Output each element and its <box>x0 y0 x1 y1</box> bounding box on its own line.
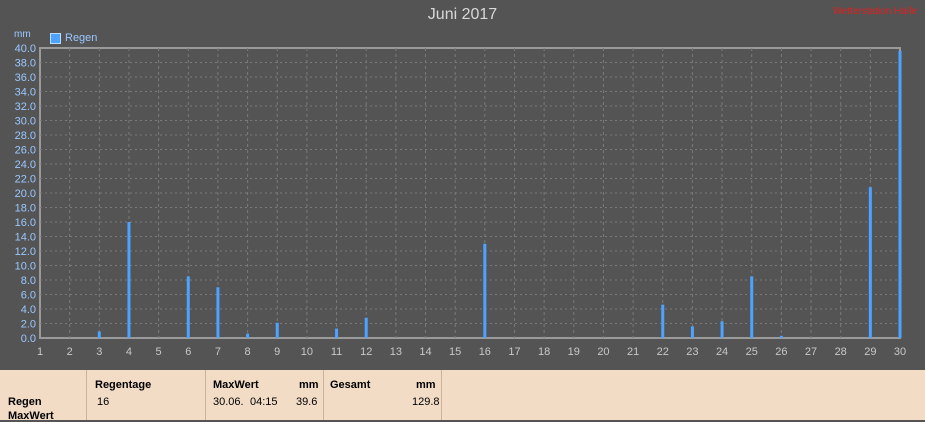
gesamt-header: Gesamt <box>330 379 371 391</box>
y-tick-label: 8.0 <box>21 275 36 287</box>
y-tick-label: 6.0 <box>21 290 36 302</box>
y-tick-label: 24.0 <box>15 159 36 171</box>
x-tick-label: 27 <box>805 346 817 358</box>
rain-bar <box>868 187 872 338</box>
y-tick-label: 2.0 <box>21 319 36 331</box>
rain-bar <box>690 326 694 338</box>
x-tick-label: 17 <box>508 346 520 358</box>
x-tick-label: 2 <box>67 346 73 358</box>
maxwert-value: 39.6 <box>296 396 318 408</box>
rain-bar <box>898 50 902 339</box>
stats-panel: Regen MaxWert Regentage 16 MaxWert mm 30… <box>0 370 925 422</box>
x-tick-label: 5 <box>156 346 162 358</box>
rain-bar <box>661 304 665 338</box>
maxwert-header: MaxWert <box>213 379 259 391</box>
x-tick-label: 18 <box>538 346 550 358</box>
legend: Regen <box>50 32 97 44</box>
x-tick-label: 3 <box>96 346 102 358</box>
y-tick-label: 20.0 <box>15 188 36 200</box>
stats-regentage: Regentage 16 <box>87 370 206 420</box>
y-tick-label: 4.0 <box>21 304 36 316</box>
station-watermark: Wetterstation Halle <box>832 6 917 17</box>
x-tick-label: 15 <box>449 346 461 358</box>
y-tick-label: 32.0 <box>15 101 36 113</box>
legend-swatch-icon <box>50 32 61 44</box>
rain-chart: 0.0 2.0 4.0 6.0 8.0 10.0 12.0 14.0 16.0 18.0 20.0 2… <box>15 43 907 358</box>
rain-bar <box>127 222 131 338</box>
chart-title: Juni 2017 <box>427 6 498 23</box>
rain-bar <box>720 321 724 338</box>
x-tick-label: 21 <box>627 346 639 358</box>
rain-bar <box>97 331 101 338</box>
row-label-regen: Regen <box>8 396 42 408</box>
stats-row-labels: Regen MaxWert <box>0 370 87 422</box>
y-tick-label: 10.0 <box>15 261 36 273</box>
x-tick-label: 14 <box>419 346 431 358</box>
rain-bar <box>779 335 783 338</box>
x-tick-label: 11 <box>331 346 342 358</box>
y-tick-label: 22.0 <box>15 174 36 186</box>
rain-bar <box>335 328 339 338</box>
x-tick-label: 10 <box>301 346 313 358</box>
y-tick-label: 12.0 <box>15 246 36 258</box>
x-tick-label: 12 <box>360 346 372 358</box>
x-tick-label: 26 <box>775 346 787 358</box>
y-tick-label: 38.0 <box>15 58 36 70</box>
rain-bar <box>216 287 220 338</box>
x-tick-label: 7 <box>215 346 221 358</box>
x-tick-label: 23 <box>686 346 698 358</box>
regentage-header: Regentage <box>95 379 152 391</box>
x-tick-label: 30 <box>894 346 906 358</box>
y-tick-label: 34.0 <box>15 87 36 99</box>
y-tick-label: 28.0 <box>15 130 36 142</box>
x-tick-label: 22 <box>657 346 669 358</box>
x-tick-label: 13 <box>390 346 402 358</box>
rain-bar <box>275 322 279 338</box>
x-tick-label: 20 <box>597 346 609 358</box>
x-tick-label: 24 <box>716 346 728 358</box>
y-tick-label: 40.0 <box>15 43 36 55</box>
y-tick-label: 0.0 <box>21 333 36 345</box>
x-tick-label: 19 <box>568 346 580 358</box>
row-label-maxwert: MaxWert <box>8 410 54 422</box>
chart-area: 0.0 2.0 4.0 6.0 8.0 10.0 12.0 14.0 16.0 18.0 20.0 2… <box>0 0 925 370</box>
y-tick-label: 36.0 <box>15 72 36 84</box>
x-tick-label: 16 <box>479 346 491 358</box>
stats-gesamt: Gesamt mm 129.8 <box>324 370 442 420</box>
x-tick-label: 8 <box>245 346 251 358</box>
rain-bar <box>483 243 487 338</box>
maxwert-time: 04:15 <box>250 396 278 408</box>
y-tick-label: 18.0 <box>15 203 36 215</box>
x-tick-label: 4 <box>126 346 132 358</box>
rain-bar <box>186 276 190 338</box>
stats-maxwert: MaxWert mm 30.06. 04:15 39.6 <box>206 370 324 420</box>
y-tick-label: 14.0 <box>15 232 36 244</box>
x-tick-label: 1 <box>37 346 43 358</box>
rain-bar <box>750 276 754 338</box>
gesamt-value: 129.8 <box>412 396 440 408</box>
maxwert-date: 30.06. <box>213 396 244 408</box>
rain-bar <box>364 317 368 338</box>
x-tick-label: 6 <box>185 346 191 358</box>
maxwert-unit: mm <box>299 379 319 391</box>
x-tick-label: 25 <box>746 346 758 358</box>
y-tick-label: 30.0 <box>15 116 36 128</box>
gesamt-unit: mm <box>416 379 436 391</box>
rain-bar <box>246 333 250 338</box>
legend-label: Regen <box>65 32 98 44</box>
y-tick-label: 16.0 <box>15 217 36 229</box>
regentage-value: 16 <box>97 396 110 408</box>
x-tick-label: 9 <box>274 346 280 358</box>
y-tick-label: 26.0 <box>15 145 36 157</box>
x-tick-label: 29 <box>864 346 876 358</box>
y-unit-label: mm <box>14 29 31 40</box>
x-tick-label: 28 <box>835 346 847 358</box>
